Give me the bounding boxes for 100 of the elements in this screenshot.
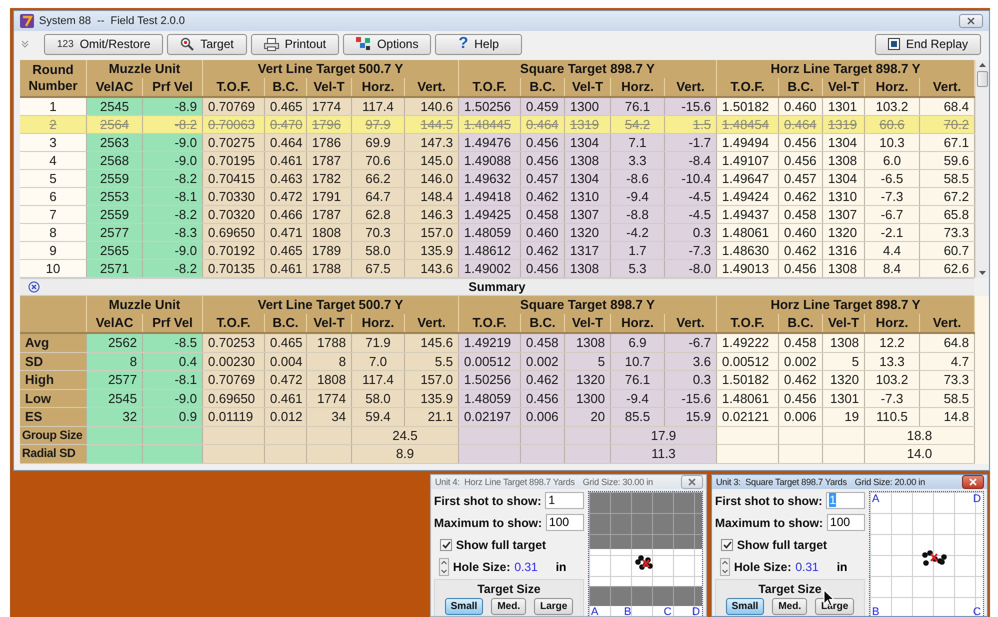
toolbar-button[interactable]: 123 Omit/Restore xyxy=(44,34,164,54)
row-label: SD xyxy=(20,352,87,370)
table-cell: 1.50182 xyxy=(717,98,779,115)
size-button[interactable]: Med. xyxy=(491,598,526,614)
table-cell: 0.456 xyxy=(779,260,823,277)
toolbar-button[interactable]: ? Help xyxy=(435,34,522,54)
table-cell: -15.6 xyxy=(665,98,717,115)
table-cell: 1.50182 xyxy=(717,371,779,388)
table-cell: 62.8 xyxy=(352,206,405,223)
table-row[interactable]: 10 2571 -8.2 0.70135 0.461 1788 67.5 143.6 1.49002 0.456 1308 5.3 -8.0 1.49013 0.456 1308 8.4 62.6 xyxy=(20,260,975,278)
column-header: T.O.F. xyxy=(459,78,521,96)
table-cell: 0.02121 xyxy=(717,408,779,426)
table-cell: -8.8 xyxy=(611,206,665,223)
input-field[interactable]: 1 xyxy=(545,492,584,509)
table-cell: 0.006 xyxy=(779,408,823,426)
table-cell: -8.4 xyxy=(665,152,717,169)
table-cell: -7.3 xyxy=(665,242,717,259)
column-header: B.C. xyxy=(779,314,823,332)
table-cell: 64.8 xyxy=(920,334,975,352)
corner-label: C xyxy=(973,606,981,616)
table-cell: 1808 xyxy=(307,371,352,388)
table-cell: 10.3 xyxy=(865,134,920,151)
table-row[interactable]: 6 2553 -8.1 0.70330 0.472 1791 64.7 148.4 1.49418 0.462 1310 -9.4 -4.5 1.49424 0.462 1310 -7.3 67.2 xyxy=(20,188,975,206)
column-header: Vert. xyxy=(405,78,459,96)
table-cell: 24.5 xyxy=(352,426,459,444)
table-cell: 6.0 xyxy=(865,152,920,169)
digits-icon: 123 xyxy=(57,38,74,50)
table-cell: 1320 xyxy=(565,371,611,388)
table-row[interactable]: 9 2565 -9.0 0.70192 0.465 1789 58.0 135.9 1.48612 0.462 1317 1.7 -7.3 1.48630 0.462 1316 4.4 60.7 xyxy=(20,242,975,260)
table-cell: 68.4 xyxy=(920,98,975,115)
column-header: T.O.F. xyxy=(717,78,779,96)
toolbar-button[interactable]: Options xyxy=(343,34,432,54)
table-cell: -6.7 xyxy=(665,334,717,352)
table-cell: 1.48454 xyxy=(717,116,779,133)
table-cell: 0.458 xyxy=(521,206,565,223)
table-cell: 1 xyxy=(20,98,87,115)
table-cell: -8.0 xyxy=(665,260,717,277)
table-cell: 0.462 xyxy=(779,371,823,388)
input-field[interactable]: 100 xyxy=(546,514,584,531)
table-row[interactable]: 4 2568 -9.0 0.70195 0.461 1787 70.6 145.0 1.49088 0.456 1308 3.3 -8.4 1.49107 0.456 1308 6.0 59.6 xyxy=(20,152,975,170)
table-cell: 20 xyxy=(565,408,611,426)
table-cell: 3 xyxy=(20,134,87,151)
field-label: Maximum to show: xyxy=(434,516,542,530)
unit-label: in xyxy=(836,560,848,574)
table-cell: 0.70330 xyxy=(203,188,265,205)
column-group-header: Muzzle Unit xyxy=(87,60,203,78)
table-cell: 144.5 xyxy=(405,116,459,133)
corner-label: C xyxy=(664,606,672,616)
table-cell: -1.7 xyxy=(665,134,717,151)
size-button[interactable]: Small xyxy=(444,598,484,614)
table-cell: 5 xyxy=(823,352,865,370)
table-cell: 0.9 xyxy=(143,408,203,426)
table-cell: -9.0 xyxy=(143,134,203,151)
table-cell: 71.9 xyxy=(352,334,405,352)
table-cell: 0.458 xyxy=(779,206,823,223)
column-group-header: Vert Line Target 500.7 Y xyxy=(203,60,459,78)
table-cell: 60.6 xyxy=(865,116,920,133)
table-cell: 0.460 xyxy=(779,224,823,241)
table-cell: 157.0 xyxy=(405,224,459,241)
table-cell: 2559 xyxy=(87,170,143,187)
table-row[interactable]: 8 2577 -8.3 0.69650 0.471 1808 70.3 157.0 1.48059 0.460 1320 -4.2 0.3 1.48061 0.460 1320 -2.1 73.3 xyxy=(20,224,975,242)
toolbar-button[interactable]: Target xyxy=(167,34,247,54)
size-button[interactable]: Large xyxy=(534,598,574,614)
table-row[interactable]: 1 2545 -8.9 0.70769 0.465 1774 117.4 140.6 1.50256 0.459 1300 76.1 -15.6 1.50182 0.460 1301 103.2 68.4 xyxy=(20,98,975,116)
table-cell: 0.00512 xyxy=(717,352,779,370)
table-cell: 1.48612 xyxy=(459,242,521,259)
table-cell: 2545 xyxy=(87,390,143,407)
table-cell: 17.9 xyxy=(611,426,717,444)
field-label: First shot to show: xyxy=(715,494,822,508)
table-cell: 1787 xyxy=(307,206,352,223)
table-row[interactable]: 5 2559 -8.2 0.70415 0.463 1782 66.2 146.0 1.49632 0.457 1304 -8.6 -10.4 1.49647 0.457 1304 -6.5 58.5 xyxy=(20,170,975,188)
table-cell: 1.49476 xyxy=(459,134,521,151)
table-cell: 103.2 xyxy=(865,98,920,115)
table-cell: -8.1 xyxy=(143,371,203,388)
size-button[interactable]: Med. xyxy=(772,598,808,614)
table-cell: 73.3 xyxy=(920,371,975,388)
unit-label: in xyxy=(556,560,566,574)
table-cell: 0.465 xyxy=(265,334,307,352)
size-button[interactable]: Small xyxy=(726,598,764,614)
help-icon: ? xyxy=(458,36,468,52)
column-header: Horz. xyxy=(611,78,665,96)
table-cell: 0.466 xyxy=(265,206,307,223)
end-replay-button[interactable]: End Replay xyxy=(874,34,981,54)
table-cell: -6.7 xyxy=(865,206,920,223)
table-cell: 0.002 xyxy=(521,352,565,370)
table-cell: 0.70063 xyxy=(203,116,265,133)
toolbar-button[interactable]: Printout xyxy=(250,34,340,54)
table-cell: 1789 xyxy=(307,242,352,259)
table-row[interactable]: 3 2563 -9.0 0.70275 0.464 1786 69.9 147.3 1.49476 0.456 1304 7.1 -1.7 1.49494 0.456 1304 10.3 67.1 xyxy=(20,134,975,152)
table-cell: 1774 xyxy=(307,98,352,115)
table-cell: 5 xyxy=(20,170,87,187)
input-field[interactable]: 100 xyxy=(827,514,865,531)
table-cell: 10.7 xyxy=(611,352,665,370)
field-label: Maximum to show: xyxy=(715,516,824,530)
table-row[interactable]: 7 2559 -8.2 0.70320 0.466 1787 62.8 146.3 1.49425 0.458 1307 -8.8 -4.5 1.49437 0.458 1307 -6.7 65.8 xyxy=(20,206,975,224)
table-cell: 85.5 xyxy=(611,408,665,426)
table-cell: 2565 xyxy=(87,242,143,259)
table-cell: 0.461 xyxy=(265,260,307,277)
table-cell: 0.456 xyxy=(779,152,823,169)
table-cell: 0.004 xyxy=(265,352,307,370)
